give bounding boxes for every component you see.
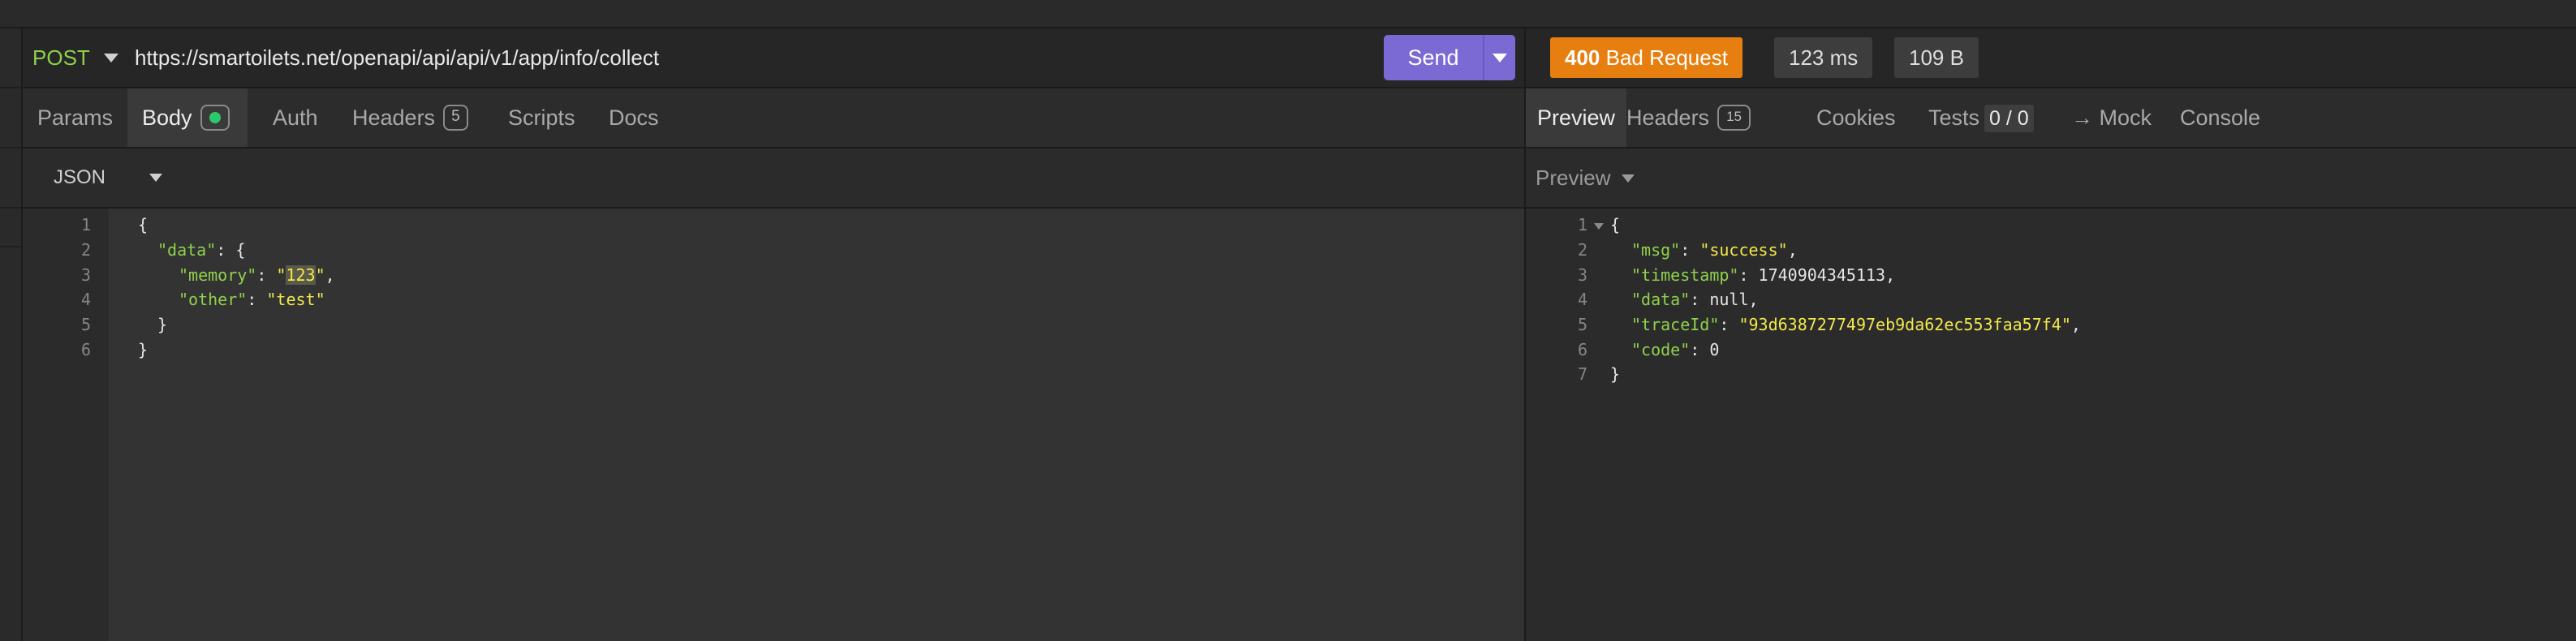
code-line: { <box>1610 215 1621 234</box>
tab-label: Tests <box>1928 105 1980 130</box>
preview-mode-select[interactable]: Preview <box>1536 148 1610 207</box>
tab-label: → Mock <box>2071 105 2152 130</box>
send-button[interactable]: Send <box>1384 35 1515 80</box>
left-sidebar-edge <box>0 28 23 641</box>
response-tabs: Preview Headers 15 Cookies Tests 0 / 0 → M… <box>1526 88 2576 148</box>
tab-console[interactable]: Console <box>2172 88 2268 147</box>
body-active-indicator-icon <box>200 104 230 131</box>
response-body-viewer[interactable]: 1 2 3 4 5 6 7 { "msg": "success", "times… <box>1526 209 2576 641</box>
line-number-gutter: 1 2 3 4 5 6 <box>23 209 109 641</box>
tab-scripts[interactable]: Scripts <box>500 88 584 147</box>
sidebar-divider <box>0 87 21 88</box>
line-number: 4 <box>1577 290 1587 309</box>
code-area[interactable]: { "data": { "memory": "123", "other": "t… <box>109 209 1524 641</box>
code-line: "data": { <box>157 240 246 260</box>
preview-mode-bar: Preview <box>1526 148 2576 209</box>
line-number: 2 <box>1577 240 1587 260</box>
line-number: 5 <box>80 315 91 334</box>
status-badge: 400 Bad Request <box>1550 37 1742 78</box>
send-button-label[interactable]: Send <box>1384 35 1483 80</box>
tab-response-headers[interactable]: Headers 15 <box>1618 88 1759 147</box>
code-line: } <box>138 340 149 359</box>
tab-label: Params <box>37 105 114 130</box>
http-method-select[interactable]: POST <box>32 28 90 87</box>
tab-body[interactable]: Body <box>127 88 248 147</box>
code-line: "memory": "123", <box>179 265 335 285</box>
response-size-badge: 109 B <box>1894 37 1979 78</box>
tab-preview[interactable]: Preview <box>1526 88 1627 147</box>
headers-count-badge: 5 <box>443 104 468 131</box>
fold-chevron-icon[interactable] <box>1594 223 1604 230</box>
tab-label: Body <box>142 105 192 130</box>
tab-docs[interactable]: Docs <box>601 88 667 147</box>
tab-label: Headers <box>1626 105 1710 130</box>
code-line: "traceId": "93d6387277497eb9da62ec553faa… <box>1631 315 2081 334</box>
line-number: 6 <box>1577 340 1587 359</box>
send-button-divider <box>1483 35 1484 80</box>
code-line: } <box>157 315 168 334</box>
body-type-select[interactable]: JSON <box>54 148 106 207</box>
tab-label: Cookies <box>1816 105 1896 130</box>
tab-label: Auth <box>273 105 318 130</box>
code-line: "code": 0 <box>1631 340 1720 359</box>
chevron-down-icon[interactable] <box>149 174 162 182</box>
tab-label: Scripts <box>508 105 575 130</box>
code-line: "timestamp": 1740904345113, <box>1631 265 1896 285</box>
tab-auth[interactable]: Auth <box>265 88 326 147</box>
chevron-down-icon[interactable] <box>1622 174 1635 183</box>
line-number: 1 <box>80 215 91 234</box>
status-text: Bad Request <box>1605 45 1728 70</box>
line-number: 1 <box>1577 215 1587 234</box>
sidebar-divider <box>0 207 21 209</box>
response-status-bar: 400 Bad Request 123 ms 109 B <box>1526 28 2576 88</box>
status-code: 400 <box>1565 45 1600 70</box>
line-number: 3 <box>1577 265 1587 285</box>
line-number: 5 <box>1577 315 1587 334</box>
selected-text: 123 <box>286 265 316 285</box>
code-line: "msg": "success", <box>1631 240 1798 260</box>
line-number: 4 <box>80 290 91 309</box>
line-number: 3 <box>80 265 91 285</box>
code-line: "other": "test" <box>179 290 325 309</box>
line-number: 7 <box>1577 364 1587 384</box>
line-number: 6 <box>80 340 91 359</box>
send-options-chevron-icon[interactable] <box>1493 54 1507 62</box>
response-headers-count-badge: 15 <box>1717 104 1751 131</box>
tab-label: Console <box>2180 105 2261 130</box>
sidebar-divider <box>0 147 21 148</box>
chevron-down-icon[interactable] <box>104 54 118 62</box>
response-time-badge: 123 ms <box>1774 37 1873 78</box>
code-line: "data": null, <box>1631 290 1759 309</box>
tab-mock[interactable]: → Mock <box>2063 88 2160 147</box>
window-top-strip <box>0 0 2576 28</box>
body-type-bar: JSON <box>23 148 1524 209</box>
request-url-bar: POST https://smartoilets.net/openapi/api… <box>23 28 1524 88</box>
tab-tests[interactable]: Tests 0 / 0 <box>1920 88 2042 147</box>
request-tabs: Params Body Auth Headers 5 Scripts Docs <box>23 88 1524 148</box>
tab-params[interactable]: Params <box>23 88 127 147</box>
tab-label: Preview <box>1537 105 1616 130</box>
request-body-editor[interactable]: 1 2 3 4 5 6 { "data": { "memory": "123",… <box>23 209 1524 641</box>
url-input[interactable]: https://smartoilets.net/openapi/api/api/… <box>135 28 659 87</box>
line-number: 2 <box>80 240 91 260</box>
sidebar-divider <box>0 246 21 247</box>
tab-cookies[interactable]: Cookies <box>1808 88 1904 147</box>
tests-score-badge: 0 / 0 <box>1984 105 2034 132</box>
tab-label: Docs <box>609 105 659 130</box>
line-number-gutter: 1 2 3 4 5 6 7 <box>1526 209 1610 641</box>
tab-headers[interactable]: Headers 5 <box>344 88 476 147</box>
code-line: } <box>1610 364 1621 384</box>
code-area[interactable]: { "msg": "success", "timestamp": 1740904… <box>1610 209 2576 641</box>
tab-label: Headers <box>352 105 436 130</box>
code-line: { <box>138 215 149 234</box>
